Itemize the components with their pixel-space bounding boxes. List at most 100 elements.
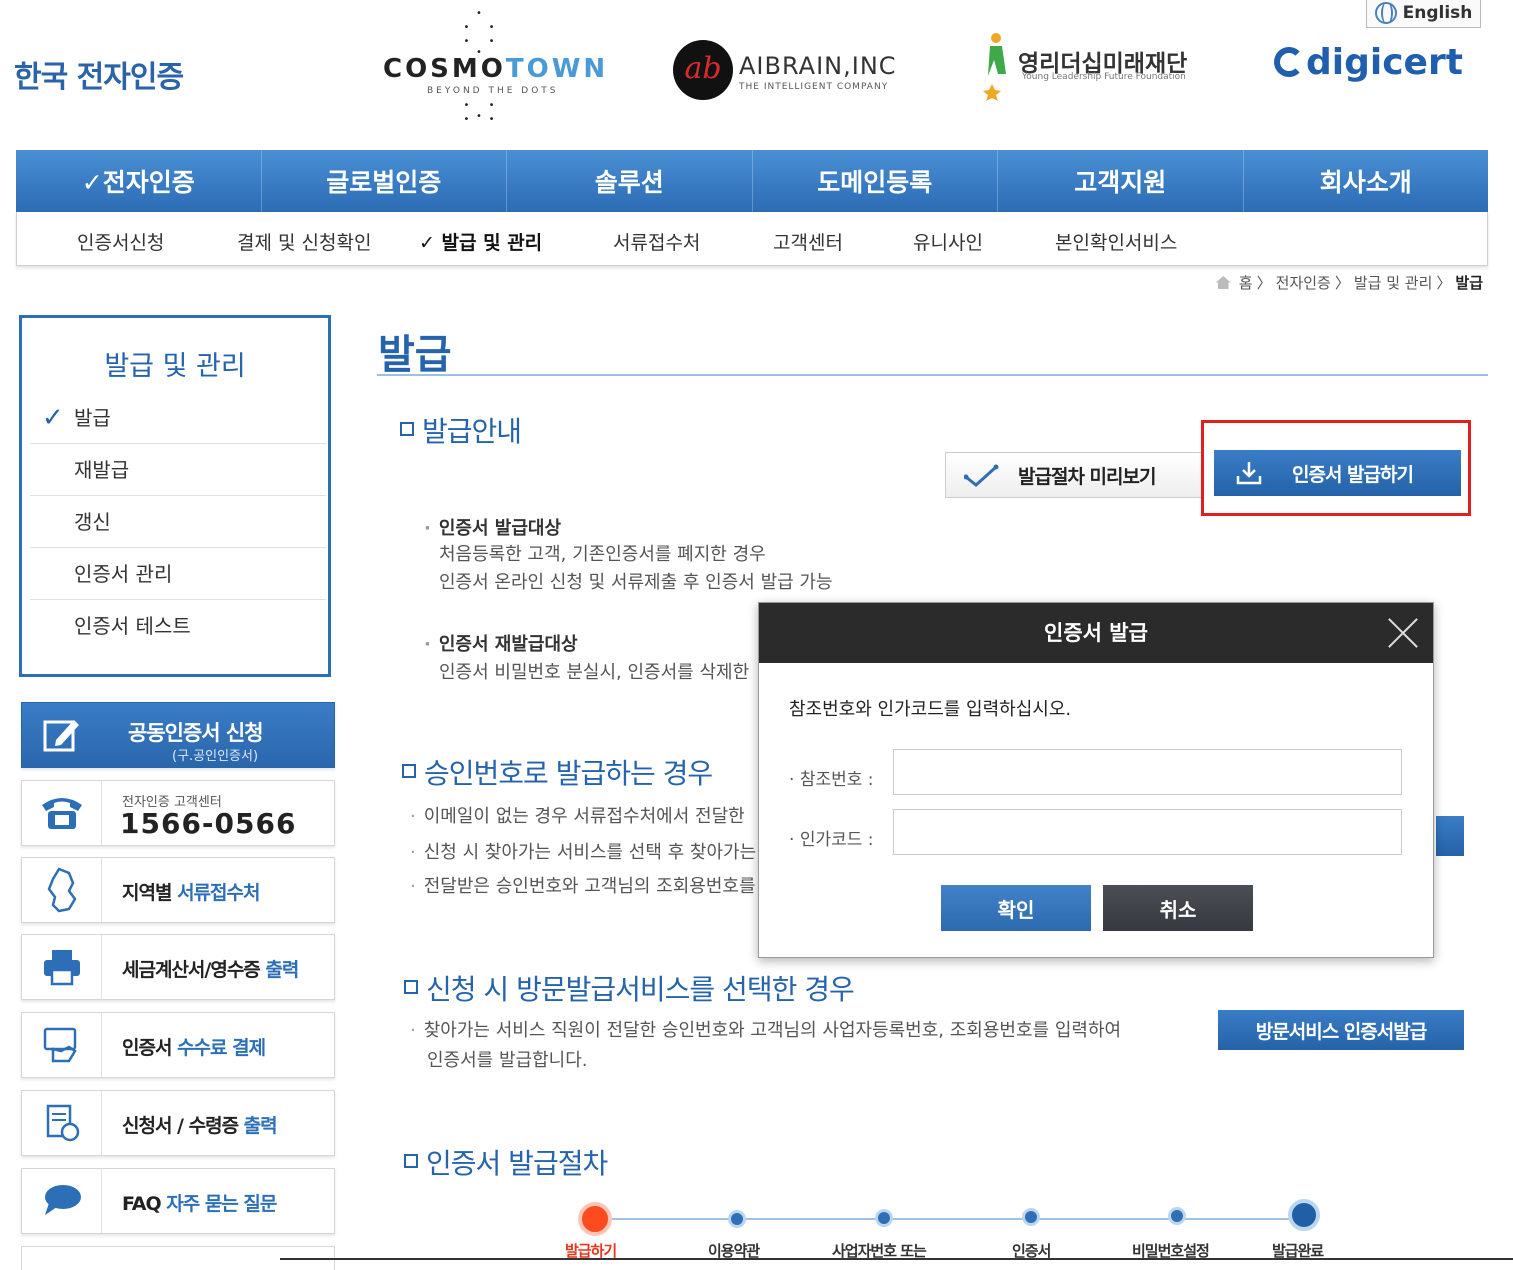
language-english-button[interactable]: English	[1366, 0, 1481, 28]
preview-button-label: 발급절차 미리보기	[1018, 465, 1156, 488]
mainnav-domain[interactable]: 도메인등록	[753, 150, 998, 212]
quick-faq-button[interactable]: FAQ 자주 묻는 질문	[21, 1168, 335, 1234]
breadcrumb-issue-manage[interactable]: 발급 및 관리	[1354, 272, 1433, 293]
subnav-issue-manage[interactable]: ✓ 발급 및 관리	[419, 228, 542, 255]
cancel-button[interactable]: 취소	[1103, 885, 1253, 931]
step-dot-1	[578, 1202, 612, 1236]
section-issue-guide-title: 발급안내	[400, 410, 522, 450]
digicert-mark-icon	[1274, 47, 1304, 77]
reference-number-input[interactable]	[893, 749, 1402, 795]
approval-issue-button[interactable]	[1436, 816, 1464, 856]
aibrain-mark-icon: ab	[673, 40, 733, 100]
side-item-label: 재발급	[74, 458, 130, 482]
mainnav-company[interactable]: 회사소개	[1244, 150, 1489, 212]
cosmotown-logo[interactable]: • • • • • • COSMOTOWN BEYOND THE DOTS • …	[383, 8, 605, 133]
auth-code-input[interactable]	[893, 809, 1402, 855]
subnav-apply[interactable]: 인증서신청	[77, 228, 164, 255]
main-nav: ✓전자인증 글로벌인증 솔루션 도메인등록 고객지원 회사소개	[16, 150, 1488, 212]
breadcrumb-ecert[interactable]: 전자인증	[1276, 272, 1331, 293]
korea-ecert-logo[interactable]: 한국 전자인증	[14, 52, 184, 96]
subnav-payment[interactable]: 결제 및 신청확인	[237, 228, 371, 255]
side-item-label: 갱신	[74, 510, 111, 534]
chat-bubble-icon	[22, 1169, 102, 1233]
quick-apply-label: 공동인증서 신청	[128, 721, 264, 745]
close-icon[interactable]	[1383, 613, 1423, 653]
auth-code-label: 인가코드 :	[789, 825, 874, 850]
printer-icon	[22, 935, 102, 999]
side-menu-title: 발급 및 관리	[104, 351, 246, 382]
side-item-label: 발급	[74, 406, 111, 430]
quick-tax-print-button[interactable]: 세금계산서/영수증 출력	[21, 934, 335, 1000]
procedure-step-line	[596, 1218, 1306, 1220]
quick-apply-cert-button[interactable]: 공동인증서 신청 (구.공인인증서)	[21, 702, 335, 768]
quick-fee-label: 인증서 수수료 결제	[122, 1037, 266, 1059]
card-hand-icon	[22, 1013, 102, 1077]
leader-figure-icon	[983, 33, 1006, 101]
side-item-label: 인증서 관리	[74, 562, 173, 586]
korea-map-icon	[22, 858, 102, 922]
reissue-target-line1: 인증서 비밀번호 분실시, 인증서를 삭제한	[439, 662, 750, 683]
quick-fee-payment-button[interactable]: 인증서 수수료 결제	[21, 1012, 335, 1078]
mainnav-global[interactable]: 글로벌인증	[262, 150, 507, 212]
sub-nav: 인증서신청 결제 및 신청확인 ✓ 발급 및 관리 서류접수처 고객센터 유니사…	[16, 212, 1488, 266]
red-highlight-box	[1201, 420, 1471, 516]
reference-number-label: 참조번호 :	[789, 765, 874, 790]
step-dot-2	[728, 1210, 746, 1228]
issue-procedure-preview-button[interactable]: 발급절차 미리보기	[945, 452, 1203, 498]
mainnav-solution[interactable]: 솔루션	[507, 150, 753, 212]
side-item-issue[interactable]: ✓ 발급	[30, 392, 326, 444]
digicert-logo[interactable]: digicert	[1274, 42, 1463, 83]
quick-region-label: 지역별 서류접수처	[122, 882, 260, 904]
section-approval-number-title: 승인번호로 발급하는 경우	[402, 752, 713, 792]
section-procedure-title: 인증서 발급절차	[404, 1142, 608, 1182]
side-menu: 발급 및 관리 ✓ 발급 재발급 갱신 인증서 관리 인증서 테스트	[19, 315, 331, 677]
side-item-renew[interactable]: 갱신	[30, 496, 326, 548]
quick-apply-sub: (구.공인인증서)	[172, 749, 259, 764]
mainnav-ecert[interactable]: ✓전자인증	[16, 150, 262, 212]
confirm-button[interactable]: 확인	[941, 885, 1091, 931]
dots-decoration: •	[476, 8, 490, 19]
quick-phone-number: 1566-0566	[120, 807, 297, 840]
subnav-identity[interactable]: 본인확인서비스	[1055, 228, 1177, 255]
quick-form-print-button[interactable]: 신청서 / 수령증 출력	[21, 1090, 335, 1156]
side-item-reissue[interactable]: 재발급	[30, 444, 326, 496]
korea-logo-text: 한국 전자인증	[14, 60, 184, 95]
section-visit-service-title: 신청 시 방문발급서비스를 선택한 경우	[404, 968, 855, 1008]
cosmotown-name: COSMOTOWN	[383, 54, 609, 84]
aibrain-tagline: THE INTELLIGENT COMPANY	[739, 82, 889, 92]
subnav-doc-office[interactable]: 서류접수처	[613, 228, 700, 255]
step-dot-6	[1288, 1199, 1320, 1231]
language-label: English	[1402, 2, 1473, 23]
step-dot-5	[1168, 1207, 1186, 1225]
quick-region-office-button[interactable]: 지역별 서류접수처	[21, 857, 335, 923]
step-dot-3	[875, 1209, 893, 1227]
dialog-prompt: 참조번호와 인가코드를 입력하십시오.	[789, 699, 1072, 720]
aibrain-name: AIBRAIN,INC	[739, 52, 897, 80]
certificate-issue-dialog: 인증서 발급 참조번호와 인가코드를 입력하십시오. 참조번호 : 인가코드 :…	[758, 602, 1434, 958]
visit-service-issue-button[interactable]: 방문서비스 인증서발급	[1218, 1010, 1464, 1050]
subnav-unisign[interactable]: 유니사인	[913, 228, 983, 255]
dots-decoration: • •	[463, 114, 503, 125]
approval-line3: 전달받은 승인번호와 고객님의 조회용번호를	[410, 872, 756, 898]
side-item-manage[interactable]: 인증서 관리	[30, 548, 326, 600]
young-leadership-tagline: Young Leadership Future Foundation	[1022, 72, 1186, 82]
cosmotown-tagline: BEYOND THE DOTS	[427, 86, 559, 96]
dots-decoration: • •	[463, 22, 503, 33]
approval-line1: 이메일이 없는 경우 서류접수처에서 전달한	[410, 802, 745, 828]
bottom-divider	[280, 1258, 1513, 1260]
quick-phone-card[interactable]: 전자인증 고객센터 1566-0566	[21, 780, 335, 846]
reissue-target-heading: 인증서 재발급대상	[424, 630, 578, 656]
step-dot-4	[1022, 1208, 1040, 1226]
home-icon[interactable]	[1215, 276, 1231, 289]
breadcrumb-home[interactable]: 홈	[1239, 272, 1253, 293]
dialog-title: 인증서 발급	[759, 603, 1433, 663]
side-item-test[interactable]: 인증서 테스트	[30, 600, 326, 652]
quick-form-label: 신청서 / 수령증 출력	[122, 1115, 278, 1137]
check-icon: ✓	[42, 403, 64, 433]
title-divider	[377, 374, 1488, 376]
visit-line1: 찾아가는 서비스 직원이 전달한 승인번호와 고객님의 사업자등록번호, 조회용…	[410, 1016, 1121, 1042]
mainnav-support[interactable]: 고객지원	[998, 150, 1244, 212]
issue-target-line2: 인증서 온라인 신청 및 서류제출 후 인증서 발급 가능	[439, 572, 833, 593]
subnav-service-center[interactable]: 고객센터	[773, 228, 843, 255]
chart-check-icon	[964, 464, 999, 487]
